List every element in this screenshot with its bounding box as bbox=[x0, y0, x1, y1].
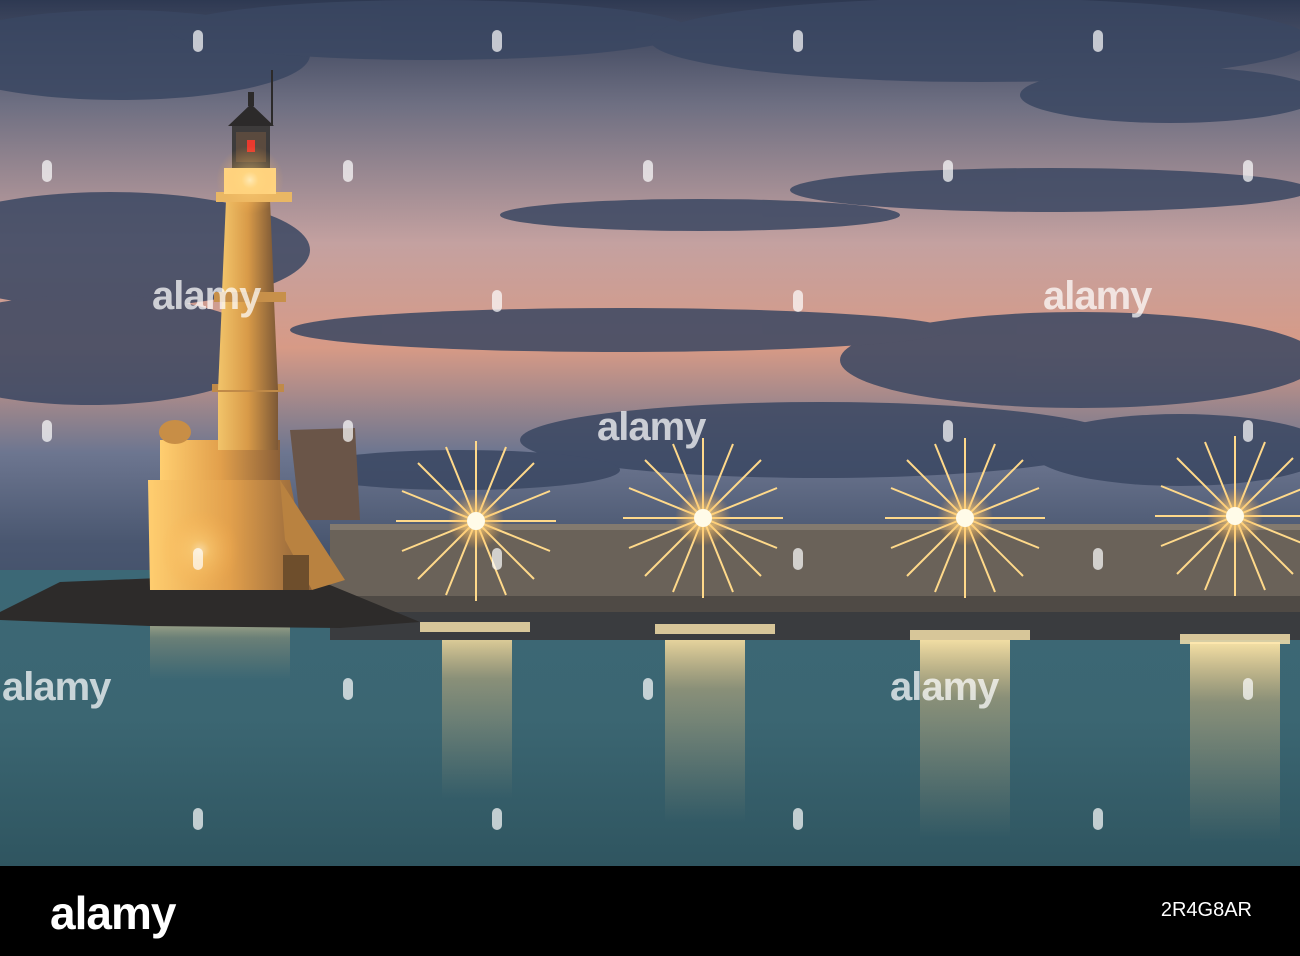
footer-logo: alamy bbox=[50, 887, 176, 939]
watermark-mark bbox=[1093, 808, 1103, 830]
watermark-mark bbox=[1243, 678, 1253, 700]
watermark-mark bbox=[643, 160, 653, 182]
watermark-mark bbox=[193, 808, 203, 830]
watermark-mark bbox=[1243, 160, 1253, 182]
footer-bar: alamy 2R4G8AR bbox=[0, 866, 1300, 956]
watermark-mark bbox=[793, 548, 803, 570]
watermark-mark bbox=[1093, 548, 1103, 570]
watermark: alamy bbox=[597, 405, 706, 449]
watermark-mark bbox=[42, 160, 52, 182]
watermark-mark bbox=[42, 420, 52, 442]
watermark-mark bbox=[343, 160, 353, 182]
watermark: alamy bbox=[152, 274, 261, 318]
watermark: alamy bbox=[2, 665, 111, 709]
watermark-mark bbox=[943, 420, 953, 442]
watermark: alamy bbox=[890, 665, 999, 709]
watermark-mark bbox=[943, 160, 953, 182]
watermark-mark bbox=[492, 808, 502, 830]
watermark-mark bbox=[643, 678, 653, 700]
watermark-mark bbox=[1093, 30, 1103, 52]
image-id: 2R4G8AR bbox=[1160, 899, 1252, 921]
watermark-mark bbox=[492, 290, 502, 312]
watermark-mark bbox=[1243, 420, 1253, 442]
watermark-mark bbox=[793, 30, 803, 52]
photo: alamy alamy alamy alamy alamy bbox=[0, 0, 1300, 866]
watermark-mark bbox=[793, 290, 803, 312]
watermark-mark bbox=[343, 420, 353, 442]
horizon-hills bbox=[0, 540, 160, 570]
watermark-mark bbox=[492, 548, 502, 570]
watermark-mark bbox=[193, 548, 203, 570]
watermark-mark bbox=[343, 678, 353, 700]
watermark: alamy bbox=[1043, 274, 1152, 318]
watermark-mark bbox=[793, 808, 803, 830]
watermark-mark bbox=[193, 30, 203, 52]
watermark-mark bbox=[492, 30, 502, 52]
